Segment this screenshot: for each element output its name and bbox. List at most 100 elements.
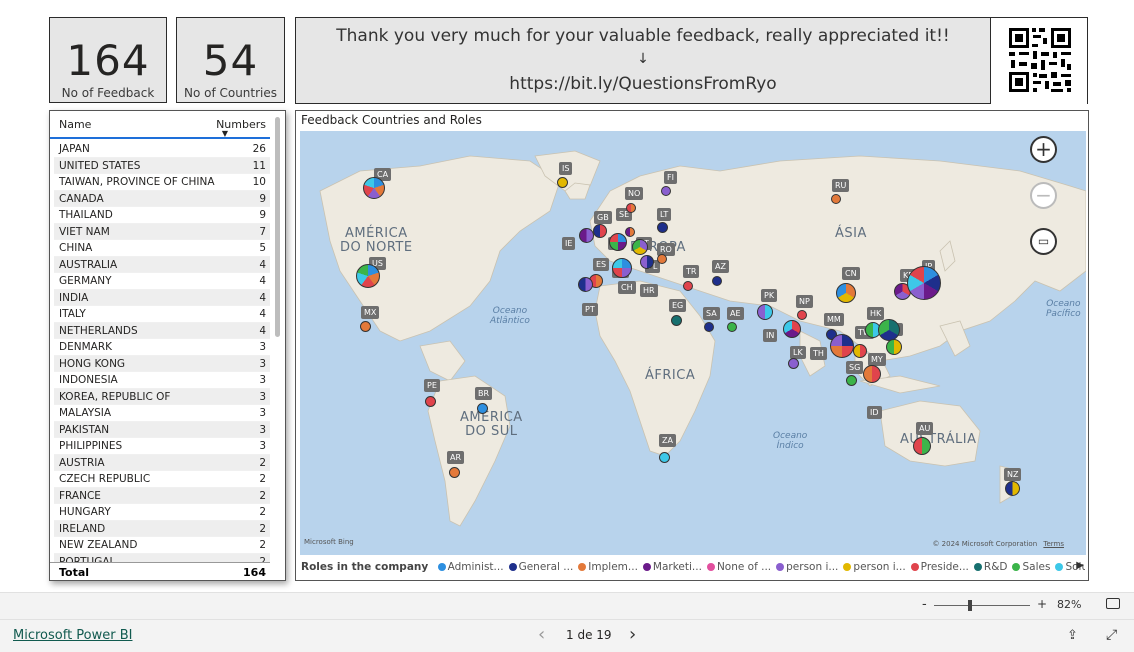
country-code-ch[interactable]: CH	[618, 281, 636, 294]
country-code-no[interactable]: NO	[625, 187, 644, 200]
country-pie-marker[interactable]	[359, 320, 371, 332]
table-row[interactable]: JAPAN 26	[54, 141, 270, 158]
country-code-hr[interactable]: HR	[640, 284, 658, 297]
zoom-minus-button[interactable]: -	[922, 597, 927, 612]
country-code-sa[interactable]: SA	[703, 307, 720, 320]
prev-page-button[interactable]: ‹	[538, 624, 545, 645]
country-code-au[interactable]: AU	[916, 422, 934, 435]
table-row[interactable]: CANADA 9	[54, 190, 270, 207]
table-row[interactable]: MALAYSIA 3	[54, 405, 270, 422]
legend-item[interactable]: Sales	[1012, 561, 1050, 573]
table-row[interactable]: DENMARK 3	[54, 339, 270, 356]
country-pie-marker[interactable]	[836, 283, 856, 303]
zoom-in-icon[interactable]: +	[1030, 136, 1057, 163]
country-pie-marker[interactable]	[626, 203, 636, 213]
country-pie-marker[interactable]	[670, 314, 682, 326]
world-map[interactable]: AMÉRICA DO NORTEAMÉRICA DO SULEUROPAÁFRI…	[300, 131, 1086, 555]
country-pie-marker[interactable]	[1004, 480, 1020, 496]
table-row[interactable]: KOREA, REPUBLIC OF 3	[54, 388, 270, 405]
legend-item[interactable]: Administ...	[437, 561, 504, 573]
table-scrollbar[interactable]	[275, 117, 280, 337]
table-row[interactable]: AUSTRIA 2	[54, 454, 270, 471]
country-code-tr[interactable]: TR	[683, 265, 700, 278]
table-row[interactable]: HUNGARY 2	[54, 504, 270, 521]
country-code-nz[interactable]: NZ	[1004, 468, 1022, 481]
legend-item[interactable]: person i...	[776, 561, 838, 573]
country-code-cn[interactable]: CN	[842, 267, 860, 280]
country-pie-marker[interactable]	[878, 319, 900, 341]
power-bi-link[interactable]: Microsoft Power BI	[13, 628, 132, 643]
header-name[interactable]: Name	[59, 118, 91, 131]
fullscreen-icon[interactable]: ⤢	[1106, 627, 1117, 643]
country-pie-marker[interactable]	[556, 176, 568, 188]
country-pie-marker[interactable]	[853, 344, 867, 358]
header-numbers[interactable]: Numbers	[216, 118, 266, 131]
legend-item[interactable]: Marketi...	[642, 561, 702, 573]
table-row[interactable]: PHILIPPINES 3	[54, 438, 270, 455]
country-pie-marker[interactable]	[727, 322, 737, 332]
country-pie-marker[interactable]	[363, 177, 385, 199]
country-pie-marker[interactable]	[712, 276, 722, 286]
countries-table[interactable]: Name ▼ Numbers JAPAN 26 UNITED STATES 11 TAI…	[49, 110, 286, 581]
country-pie-marker[interactable]	[657, 254, 667, 264]
legend-item[interactable]: person i...	[843, 561, 906, 573]
table-row[interactable]: PAKISTAN 3	[54, 421, 270, 438]
country-pie-marker[interactable]	[577, 276, 593, 292]
country-code-sg[interactable]: SG	[846, 361, 864, 374]
country-pie-marker[interactable]	[424, 395, 436, 407]
country-pie-marker[interactable]	[783, 320, 801, 338]
table-row[interactable]: GERMANY 4	[54, 273, 270, 290]
country-code-lt[interactable]: LT	[657, 208, 672, 221]
zoom-plus-button[interactable]: +	[1037, 597, 1047, 611]
table-row[interactable]: INDONESIA 3	[54, 372, 270, 389]
country-pie-marker[interactable]	[845, 374, 857, 386]
country-code-ar[interactable]: AR	[447, 451, 465, 464]
country-code-in[interactable]: IN	[763, 329, 778, 342]
zoom-slider[interactable]	[934, 605, 1030, 606]
country-code-th[interactable]: TH	[810, 347, 827, 360]
country-code-ru[interactable]: RU	[832, 179, 850, 192]
table-row[interactable]: CHINA 5	[54, 240, 270, 257]
country-pie-marker[interactable]	[787, 357, 799, 369]
country-code-mm[interactable]: MM	[824, 313, 844, 326]
country-code-ae[interactable]: AE	[727, 307, 744, 320]
table-row[interactable]: ITALY 4	[54, 306, 270, 323]
country-pie-marker[interactable]	[831, 194, 841, 204]
country-pie-marker[interactable]	[683, 281, 693, 291]
legend-next-icon[interactable]: ▶	[1076, 560, 1084, 571]
country-pie-marker[interactable]	[913, 437, 931, 455]
country-code-fi[interactable]: FI	[664, 171, 677, 184]
table-row[interactable]: HONG KONG 3	[54, 355, 270, 372]
country-pie-marker[interactable]	[593, 224, 607, 238]
country-pie-marker[interactable]	[476, 402, 488, 414]
country-code-gb[interactable]: GB	[594, 211, 612, 224]
country-code-pk[interactable]: PK	[761, 289, 778, 302]
country-pie-marker[interactable]	[658, 451, 670, 463]
country-pie-marker[interactable]	[704, 322, 714, 332]
legend-item[interactable]: General ...	[508, 561, 573, 573]
country-pie-marker[interactable]	[830, 334, 854, 358]
country-pie-marker[interactable]	[907, 266, 941, 300]
legend-item[interactable]: None of ...	[706, 561, 771, 573]
country-pie-marker[interactable]	[863, 365, 881, 383]
country-code-pe[interactable]: PE	[424, 379, 440, 392]
table-row[interactable]: IRELAND 2	[54, 520, 270, 537]
country-pie-marker[interactable]	[661, 186, 671, 196]
country-pie-marker[interactable]	[609, 233, 627, 251]
table-row[interactable]: NETHERLANDS 4	[54, 322, 270, 339]
country-pie-marker[interactable]	[612, 258, 632, 278]
country-pie-marker[interactable]	[886, 339, 902, 355]
fit-to-page-icon[interactable]	[1106, 598, 1120, 609]
country-pie-marker[interactable]	[797, 310, 807, 320]
table-row[interactable]: UNITED STATES 11	[54, 157, 270, 174]
legend-item[interactable]: R&D	[973, 561, 1007, 573]
table-row[interactable]: TAIWAN, PROVINCE OF CHINA 10	[54, 174, 270, 191]
table-row[interactable]: AUSTRALIA 4	[54, 256, 270, 273]
country-code-az[interactable]: AZ	[712, 260, 729, 273]
country-pie-marker[interactable]	[640, 255, 654, 269]
select-area-icon[interactable]: ▭	[1030, 228, 1057, 255]
country-pie-marker[interactable]	[632, 239, 648, 255]
feedback-link[interactable]: https://bit.ly/QuestionsFromRyo	[296, 74, 990, 94]
country-pie-marker[interactable]	[625, 227, 635, 237]
country-code-np[interactable]: NP	[796, 295, 813, 308]
